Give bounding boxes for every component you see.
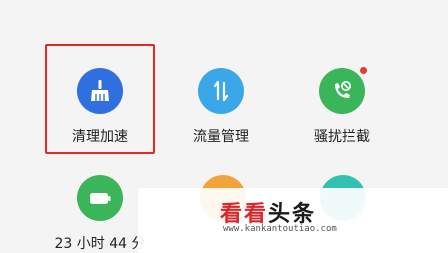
data-usage-tile[interactable]: 流量管理 bbox=[176, 68, 266, 146]
data-usage-label: 流量管理 bbox=[193, 129, 249, 145]
phone-block-icon bbox=[319, 67, 367, 114]
harassment-block-tile[interactable]: 骚扰拦截 bbox=[297, 67, 387, 146]
battery-icon bbox=[77, 175, 123, 221]
harassment-block-label: 骚扰拦截 bbox=[314, 129, 370, 145]
phone-manager-panel: 清理加速 流量管理 骚扰拦截 23 小时 44 分 看看头条 www.kanka… bbox=[0, 0, 448, 253]
notification-dot bbox=[360, 67, 367, 74]
battery-time-label: 23 小时 44 分 bbox=[54, 236, 146, 252]
highlight-box bbox=[45, 44, 155, 154]
watermark: 看看头条 www.kankantoutiao.com bbox=[138, 188, 448, 253]
battery-tile[interactable]: 23 小时 44 分 bbox=[50, 175, 150, 253]
watermark-url: www.kankantoutiao.com bbox=[223, 224, 337, 234]
data-transfer-icon bbox=[198, 68, 244, 114]
